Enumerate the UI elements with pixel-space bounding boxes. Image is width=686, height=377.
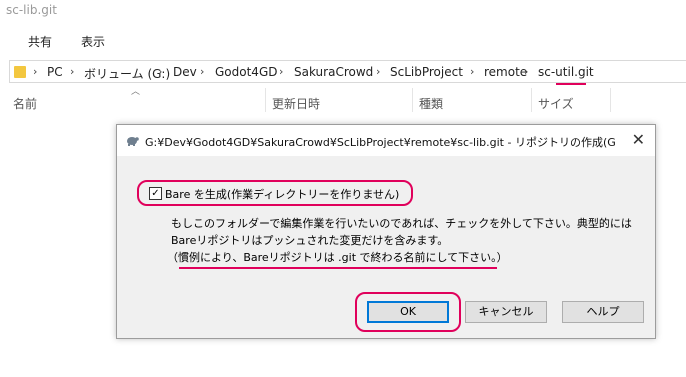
bare-checkbox-row[interactable]: ✓ Bare を生成(作業ディレクトリーを作りません) [137, 180, 413, 206]
description-line: Bareリポジトリはプッシュされた変更だけを含みます。 [171, 234, 449, 247]
column-divider[interactable] [265, 88, 266, 112]
bare-checkbox[interactable]: ✓ [149, 187, 162, 200]
column-name[interactable]: 名前 [13, 95, 37, 112]
chevron-right-icon[interactable]: › [158, 65, 162, 78]
chevron-right-icon[interactable]: › [33, 65, 37, 78]
window-title: sc-lib.git [6, 3, 57, 17]
chevron-right-icon[interactable]: › [376, 65, 380, 78]
description-line: もしこのフォルダーで編集作業を行いたいのであれば、チェックを外して下さい。典型的… [171, 217, 632, 230]
help-button[interactable]: ヘルプ [562, 301, 644, 323]
tab-view[interactable]: 表示 [81, 33, 105, 50]
column-divider[interactable] [531, 88, 532, 112]
chevron-right-icon[interactable]: › [200, 65, 204, 78]
dialog-titlebar[interactable]: G:¥Dev¥Godot4GD¥SakuraCrowd¥ScLibProject… [117, 125, 655, 156]
chevron-right-icon[interactable]: › [470, 65, 474, 78]
breadcrumb-current[interactable]: sc-util.git [538, 65, 594, 79]
create-repository-dialog: G:¥Dev¥Godot4GD¥SakuraCrowd¥ScLibProject… [116, 124, 656, 339]
highlight-underline [556, 83, 586, 85]
ok-button[interactable]: OK [367, 301, 449, 323]
address-bar[interactable]: › PC › ボリューム (G:) › Dev › Godot4GD › Sak… [9, 60, 686, 83]
cancel-button[interactable]: キャンセル [465, 301, 547, 323]
breadcrumb-dev[interactable]: Dev [173, 65, 197, 79]
column-size[interactable]: サイズ [538, 95, 574, 112]
close-icon[interactable]: ✕ [632, 130, 645, 149]
chevron-right-icon[interactable]: › [524, 65, 528, 78]
folder-icon [14, 66, 26, 78]
breadcrumb-pc[interactable]: PC [47, 65, 63, 79]
breadcrumb-remote[interactable]: remote [484, 65, 527, 79]
dialog-title: G:¥Dev¥Godot4GD¥SakuraCrowd¥ScLibProject… [145, 136, 615, 149]
sort-up-icon: ︿ [131, 87, 141, 97]
column-modified[interactable]: 更新日時 [272, 95, 320, 112]
chevron-right-icon[interactable]: › [70, 65, 74, 78]
tortoise-git-icon [127, 137, 139, 146]
chevron-right-icon[interactable]: › [279, 65, 283, 78]
breadcrumb-sclibproject[interactable]: ScLibProject [390, 65, 463, 79]
column-type[interactable]: 種類 [419, 95, 443, 112]
highlight-underline [179, 267, 497, 269]
column-divider[interactable] [610, 88, 611, 112]
description-line: （慣例により、Bareリポジトリは .git で終わる名前にして下さい。） [167, 251, 508, 264]
breadcrumb-godot4gd[interactable]: Godot4GD [215, 65, 277, 79]
bare-checkbox-label[interactable]: Bare を生成(作業ディレクトリーを作りません) [165, 186, 399, 202]
breadcrumb-sakuracrowd[interactable]: SakuraCrowd [294, 65, 373, 79]
tab-share[interactable]: 共有 [28, 33, 52, 50]
column-divider[interactable] [412, 88, 413, 112]
